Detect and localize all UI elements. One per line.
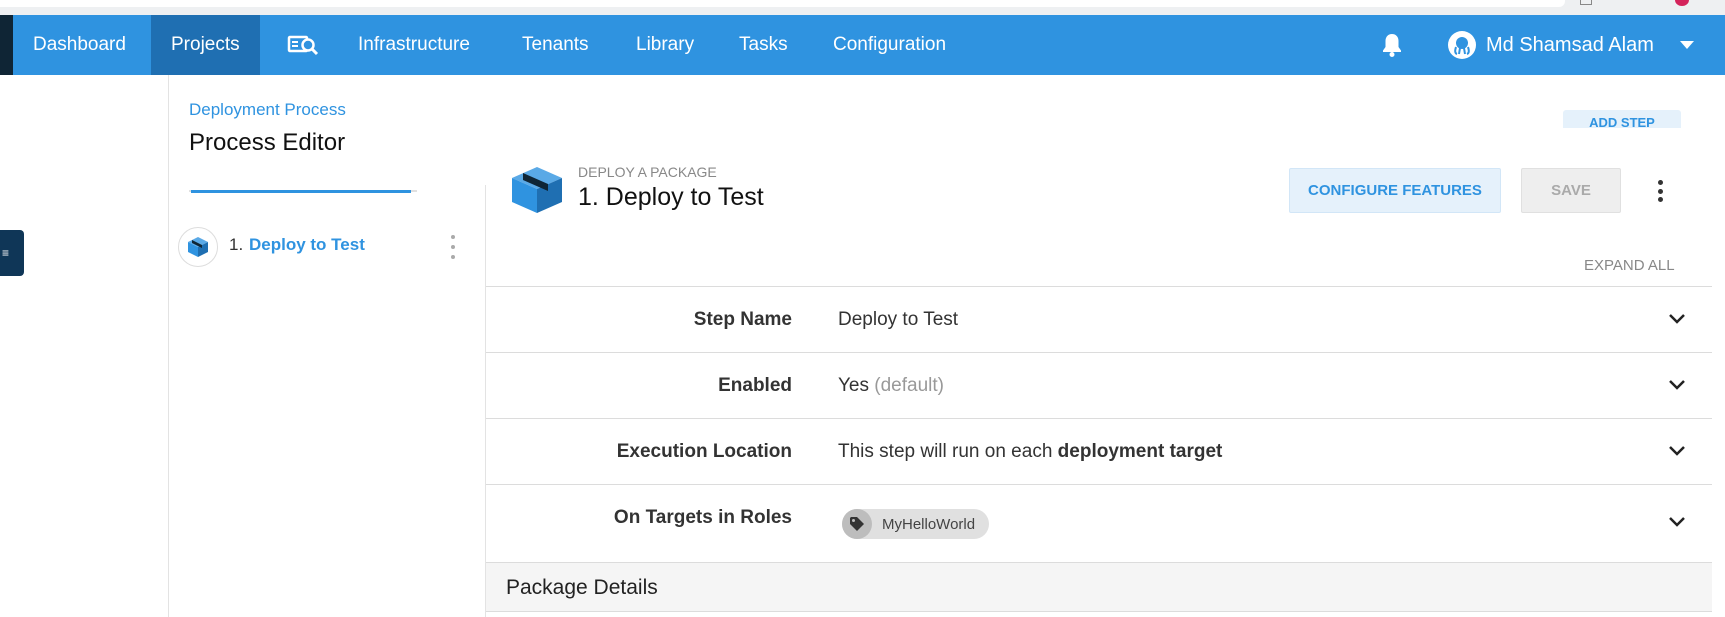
nav-library[interactable]: Library — [616, 15, 714, 75]
step-heading: 1. Deploy to Test — [578, 183, 764, 211]
nav-projects[interactable]: Projects — [151, 15, 260, 75]
chevron-down-icon[interactable] — [1668, 515, 1686, 533]
browser-chrome-strip — [0, 0, 1725, 15]
menu-icon[interactable]: ≡ — [0, 230, 24, 276]
window-icon[interactable] — [1580, 0, 1592, 5]
tag-icon — [842, 509, 872, 539]
nav-dashboard[interactable]: Dashboard — [13, 15, 146, 75]
field-value: MyHelloWorld — [842, 509, 990, 539]
sidebar-divider — [168, 75, 169, 617]
chevron-down-icon[interactable] — [1668, 312, 1686, 330]
package-icon — [178, 227, 218, 267]
address-bar[interactable] — [0, 0, 1565, 7]
nav-configuration[interactable]: Configuration — [813, 15, 966, 75]
field-value: This step will run on each deployment ta… — [838, 441, 1222, 463]
nav-tasks[interactable]: Tasks — [719, 15, 808, 75]
add-step-button[interactable]: ADD STEP — [1563, 110, 1681, 128]
chevron-down-icon[interactable] — [1668, 378, 1686, 396]
user-name: Md Shamsad Alam — [1486, 33, 1654, 56]
chevron-down-icon[interactable] — [1679, 41, 1694, 49]
step-list-progress — [189, 190, 417, 193]
expand-all-button[interactable]: EXPAND ALL — [1584, 257, 1675, 274]
execution-target: deployment target — [1057, 441, 1223, 462]
execution-text: This step will run on each — [838, 441, 1053, 462]
field-value: Yes (default) — [838, 375, 944, 397]
field-execution-location[interactable]: Execution Location This step will run on… — [486, 418, 1712, 484]
nav-tenants[interactable]: Tenants — [502, 15, 609, 75]
avatar — [1448, 31, 1476, 59]
field-step-name[interactable]: Step Name Deploy to Test — [486, 286, 1712, 352]
breadcrumb[interactable]: Deployment Process — [189, 100, 346, 120]
package-details-section[interactable]: Package Details — [486, 562, 1712, 612]
step-type-label: DEPLOY A PACKAGE — [578, 164, 717, 180]
search-machine-icon[interactable] — [273, 15, 333, 75]
role-chip-label: MyHelloWorld — [882, 515, 976, 533]
nav-infrastructure[interactable]: Infrastructure — [338, 15, 490, 75]
nav-left-edge — [0, 15, 13, 75]
browser-profile-avatar[interactable] — [1675, 0, 1689, 6]
field-label: Execution Location — [616, 441, 792, 462]
chevron-down-icon[interactable] — [1668, 444, 1686, 462]
page-title: Process Editor — [189, 129, 346, 156]
list-item[interactable]: 1. Deploy to Test — [178, 227, 468, 267]
default-hint: (default) — [874, 375, 944, 396]
field-label: Enabled — [718, 375, 792, 396]
top-navigation-bar: Dashboard Projects Infrastructure Tenant… — [0, 15, 1725, 75]
configure-features-button[interactable]: CONFIGURE FEATURES — [1289, 168, 1501, 213]
step-link[interactable]: Deploy to Test — [249, 235, 365, 255]
more-vert-icon[interactable] — [450, 235, 456, 259]
section-title: Package Details — [506, 576, 658, 599]
field-label: Step Name — [693, 309, 792, 330]
role-chip[interactable]: MyHelloWorld — [842, 509, 990, 539]
field-target-roles[interactable]: On Targets in Roles MyHelloWorld — [486, 484, 1712, 562]
more-vert-icon[interactable] — [1655, 180, 1665, 202]
field-label: On Targets in Roles — [613, 507, 792, 528]
save-button[interactable]: SAVE — [1521, 168, 1621, 213]
field-value: Deploy to Test — [838, 309, 959, 330]
bell-icon[interactable] — [1362, 15, 1422, 75]
user-menu[interactable]: Md Shamsad Alam — [1448, 15, 1694, 75]
package-icon — [510, 165, 564, 220]
field-enabled[interactable]: Enabled Yes (default) — [486, 352, 1712, 418]
enabled-value: Yes — [838, 375, 869, 396]
step-number: 1. — [229, 235, 244, 254]
